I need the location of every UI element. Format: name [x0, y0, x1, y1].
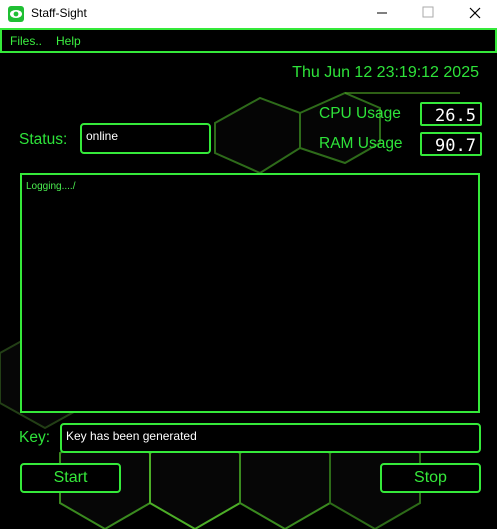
maximize-icon: [422, 6, 434, 18]
cpu-usage-label: CPU Usage: [319, 105, 401, 122]
window-title: Staff-Sight: [31, 6, 87, 20]
maximize-button[interactable]: [405, 0, 451, 28]
ram-usage-label: RAM Usage: [319, 135, 403, 152]
ram-usage-readout: 90.7: [420, 132, 482, 156]
cpu-usage-text: 26.5: [435, 106, 476, 124]
ram-usage-text: 90.7: [435, 136, 476, 154]
log-area[interactable]: Logging..../: [20, 173, 480, 413]
status-label: Status:: [19, 131, 68, 148]
close-icon: [469, 7, 481, 19]
ram-usage-value: 90.7: [435, 136, 476, 154]
datetime-display: Thu Jun 12 23:19:12 2025: [292, 64, 479, 81]
minimize-icon: [377, 12, 387, 14]
eye-logo-icon: [8, 6, 24, 22]
close-button[interactable]: [451, 0, 497, 28]
start-button[interactable]: Start: [20, 463, 121, 493]
key-label: Key:: [19, 429, 51, 446]
menu-bar: Files.. Help: [0, 28, 497, 53]
menu-item-help[interactable]: Help: [56, 34, 81, 48]
title-bar: Staff-Sight: [0, 0, 497, 28]
stop-button[interactable]: Stop: [380, 463, 481, 493]
key-field[interactable]: Key has been generated: [60, 423, 481, 453]
menu-item-files[interactable]: Files..: [10, 34, 42, 48]
status-field[interactable]: online: [80, 123, 211, 154]
minimize-button[interactable]: [359, 0, 405, 28]
cpu-usage-value: 26.5: [435, 106, 476, 124]
log-text: Logging..../: [26, 181, 76, 192]
cpu-usage-readout: 26.5: [420, 102, 482, 126]
